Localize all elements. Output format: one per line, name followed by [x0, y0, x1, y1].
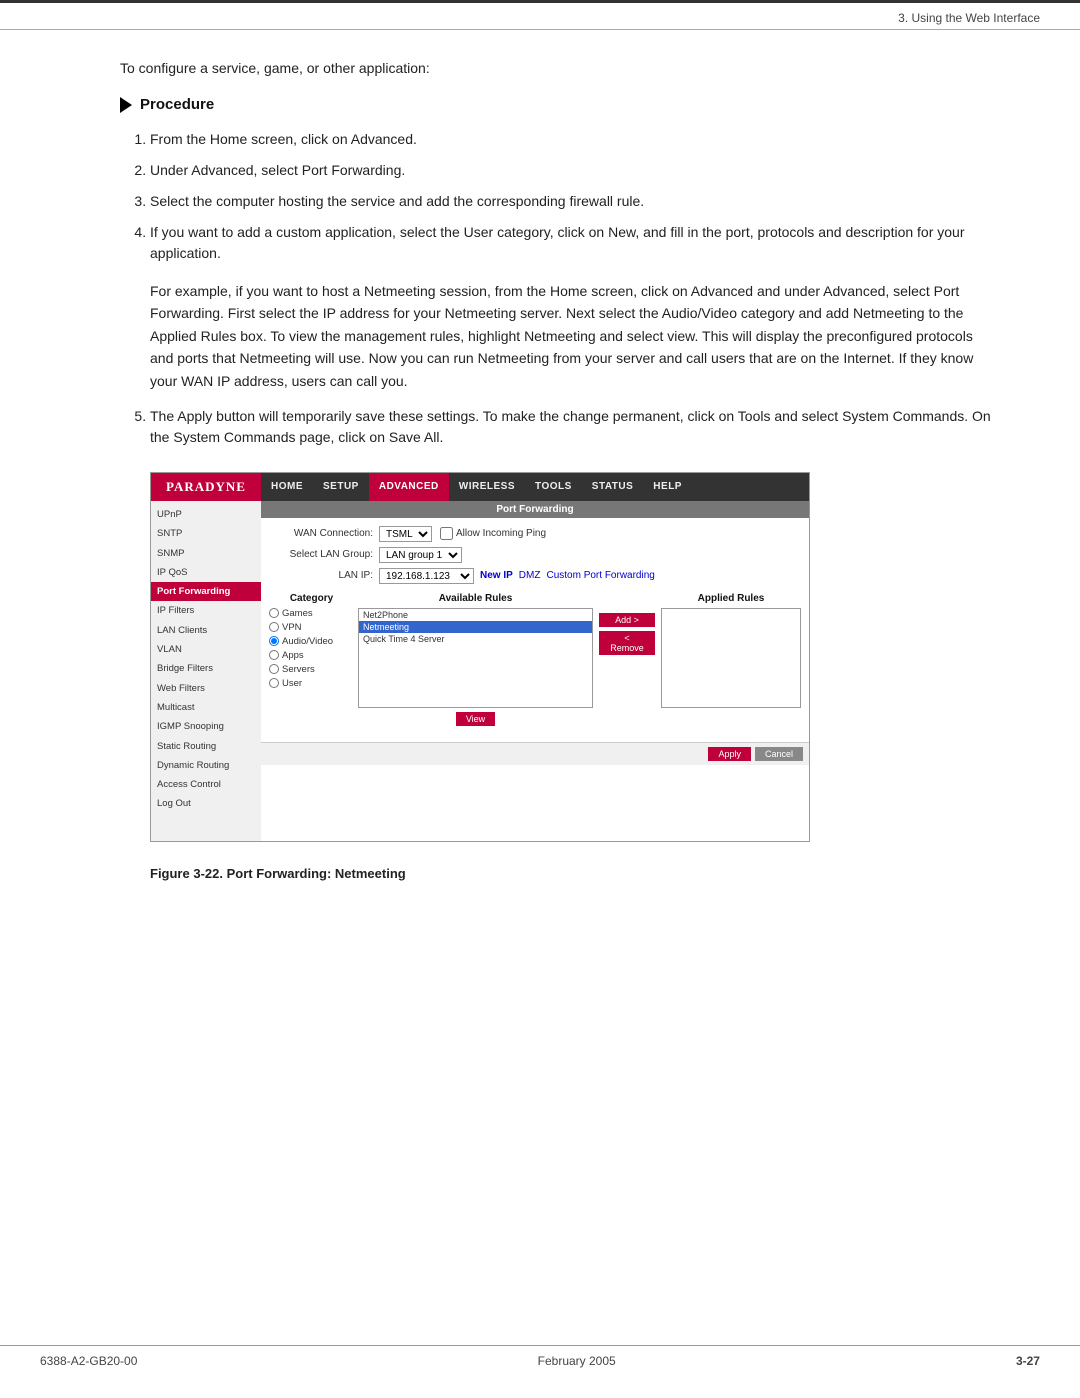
- step-1: From the Home screen, click on Advanced.: [150, 129, 1000, 150]
- allow-incoming-ping-text: Allow Incoming Ping: [456, 528, 546, 539]
- view-button[interactable]: View: [456, 712, 495, 726]
- rule-net2phone[interactable]: Net2Phone: [359, 609, 592, 621]
- allow-incoming-ping-label: Allow Incoming Ping: [440, 527, 546, 540]
- header-text: 3. Using the Web Interface: [898, 11, 1040, 25]
- category-apps[interactable]: Apps: [269, 650, 354, 661]
- sidebar-item-multicast[interactable]: Multicast: [151, 698, 261, 717]
- step-4: If you want to add a custom application,…: [150, 222, 1000, 264]
- apply-button[interactable]: Apply: [708, 747, 751, 761]
- available-rules-section: Available Rules Net2Phone Netmeeting Qui…: [358, 593, 593, 730]
- allow-incoming-ping-checkbox[interactable]: [440, 527, 453, 540]
- category-games[interactable]: Games: [269, 608, 354, 619]
- triangle-icon: [120, 97, 132, 113]
- wan-connection-select[interactable]: TSML: [379, 526, 432, 542]
- category-servers[interactable]: Servers: [269, 664, 354, 675]
- new-ip-link[interactable]: New IP: [480, 570, 513, 581]
- logo-text: PARADYNE: [166, 479, 246, 495]
- header-section: 3. Using the Web Interface: [0, 3, 1080, 30]
- sidebar-item-igmp[interactable]: IGMP Snooping: [151, 717, 261, 736]
- add-remove-col: Add > < Remove: [597, 593, 657, 655]
- step-2: Under Advanced, select Port Forwarding.: [150, 160, 1000, 181]
- panel-title-bar: Port Forwarding: [261, 501, 809, 518]
- sidebar-item-port-forwarding[interactable]: Port Forwarding: [151, 582, 261, 601]
- remove-button[interactable]: < Remove: [599, 631, 655, 655]
- wan-connection-label: WAN Connection:: [269, 528, 379, 539]
- sidebar-item-upnp[interactable]: UPnP: [151, 505, 261, 524]
- step-3: Select the computer hosting the service …: [150, 191, 1000, 212]
- sidebar-item-vlan[interactable]: VLAN: [151, 640, 261, 659]
- screenshot-container: PARADYNE Home Setup Advanced Wireless To…: [150, 472, 810, 842]
- sidebar-item-bridge-filters[interactable]: Bridge Filters: [151, 659, 261, 678]
- dmz-link[interactable]: DMZ: [519, 570, 541, 581]
- sidebar-item-snmp[interactable]: SNMP: [151, 544, 261, 563]
- lan-group-select[interactable]: LAN group 1: [379, 547, 462, 563]
- paragraph-text: For example, if you want to host a Netme…: [150, 280, 1000, 392]
- procedure-header: Procedure: [120, 96, 1000, 113]
- sidebar-item-ip-filters[interactable]: IP Filters: [151, 601, 261, 620]
- figure-caption: Figure 3-22. Port Forwarding: Netmeeting: [150, 866, 1000, 881]
- lan-ip-row: LAN IP: 192.168.1.123 New IP DMZ Custom …: [269, 568, 801, 584]
- page-footer: 6388-A2-GB20-00 February 2005 3-27: [0, 1345, 1080, 1368]
- nav-tools[interactable]: Tools: [525, 473, 582, 501]
- nav-wireless[interactable]: Wireless: [449, 473, 525, 501]
- applied-rules-list: [661, 608, 801, 708]
- sidebar-item-access-control[interactable]: Access Control: [151, 775, 261, 794]
- applied-rules-header: Applied Rules: [661, 593, 801, 604]
- figure-caption-text: Figure 3-22. Port Forwarding: Netmeeting: [150, 866, 406, 881]
- rule-netmeeting[interactable]: Netmeeting: [359, 621, 592, 633]
- lan-group-row: Select LAN Group: LAN group 1: [269, 547, 801, 563]
- lan-ip-select[interactable]: 192.168.1.123: [379, 568, 474, 584]
- step-5: The Apply button will temporarily save t…: [150, 406, 1000, 448]
- nav-bar: PARADYNE Home Setup Advanced Wireless To…: [151, 473, 809, 501]
- steps-list: From the Home screen, click on Advanced.…: [150, 129, 1000, 264]
- content-area: UPnP SNTP SNMP IP QoS Port Forwarding IP…: [151, 501, 809, 841]
- bottom-bar: Apply Cancel: [261, 742, 809, 765]
- category-header: Category: [269, 593, 354, 604]
- main-panel: Port Forwarding WAN Connection: TSML All…: [261, 501, 809, 841]
- lan-ip-label: LAN IP:: [269, 570, 379, 581]
- lan-group-label: Select LAN Group:: [269, 549, 379, 560]
- sidebar-item-sntp[interactable]: SNTP: [151, 524, 261, 543]
- category-section: Category Games VPN: [269, 593, 354, 689]
- category-user[interactable]: User: [269, 678, 354, 689]
- steps-list-2: The Apply button will temporarily save t…: [150, 406, 1000, 448]
- sidebar-item-static-routing[interactable]: Static Routing: [151, 737, 261, 756]
- category-vpn[interactable]: VPN: [269, 622, 354, 633]
- sidebar-item-lan-clients[interactable]: LAN Clients: [151, 621, 261, 640]
- intro-text: To configure a service, game, or other a…: [120, 60, 1000, 76]
- rule-quicktime[interactable]: Quick Time 4 Server: [359, 633, 592, 645]
- footer-left: 6388-A2-GB20-00: [40, 1354, 137, 1368]
- nav-home[interactable]: Home: [261, 473, 313, 501]
- table-area: Category Games VPN: [269, 589, 801, 734]
- sidebar-item-dynamic-routing[interactable]: Dynamic Routing: [151, 756, 261, 775]
- sidebar-item-web-filters[interactable]: Web Filters: [151, 679, 261, 698]
- main-content: To configure a service, game, or other a…: [0, 30, 1080, 941]
- sidebar: UPnP SNTP SNMP IP QoS Port Forwarding IP…: [151, 501, 261, 841]
- nav-status[interactable]: Status: [582, 473, 644, 501]
- nav-items: Home Setup Advanced Wireless Tools Statu…: [261, 473, 692, 501]
- nav-advanced[interactable]: Advanced: [369, 473, 449, 501]
- category-audiovideo[interactable]: Audio/Video: [269, 636, 354, 647]
- available-rules-header: Available Rules: [358, 593, 593, 604]
- procedure-title: Procedure: [140, 96, 214, 113]
- available-rules-list: Net2Phone Netmeeting Quick Time 4 Server: [358, 608, 593, 708]
- ip-links: New IP DMZ Custom Port Forwarding: [480, 570, 655, 581]
- panel-body: WAN Connection: TSML Allow Incoming Ping…: [261, 518, 809, 742]
- applied-rules-section: Applied Rules: [661, 593, 801, 708]
- sidebar-item-ipqos[interactable]: IP QoS: [151, 563, 261, 582]
- footer-center: February 2005: [538, 1354, 616, 1368]
- wan-connection-row: WAN Connection: TSML Allow Incoming Ping: [269, 526, 801, 542]
- add-button[interactable]: Add >: [599, 613, 655, 627]
- nav-help[interactable]: Help: [643, 473, 692, 501]
- footer-right: 3-27: [1016, 1354, 1040, 1368]
- category-radios: Games VPN Audio/Video: [269, 608, 354, 689]
- custom-port-forwarding-link[interactable]: Custom Port Forwarding: [546, 570, 654, 581]
- view-row: View: [358, 708, 593, 730]
- sidebar-item-logout[interactable]: Log Out: [151, 794, 261, 813]
- nav-setup[interactable]: Setup: [313, 473, 369, 501]
- logo-area: PARADYNE: [151, 473, 261, 501]
- cancel-button[interactable]: Cancel: [755, 747, 803, 761]
